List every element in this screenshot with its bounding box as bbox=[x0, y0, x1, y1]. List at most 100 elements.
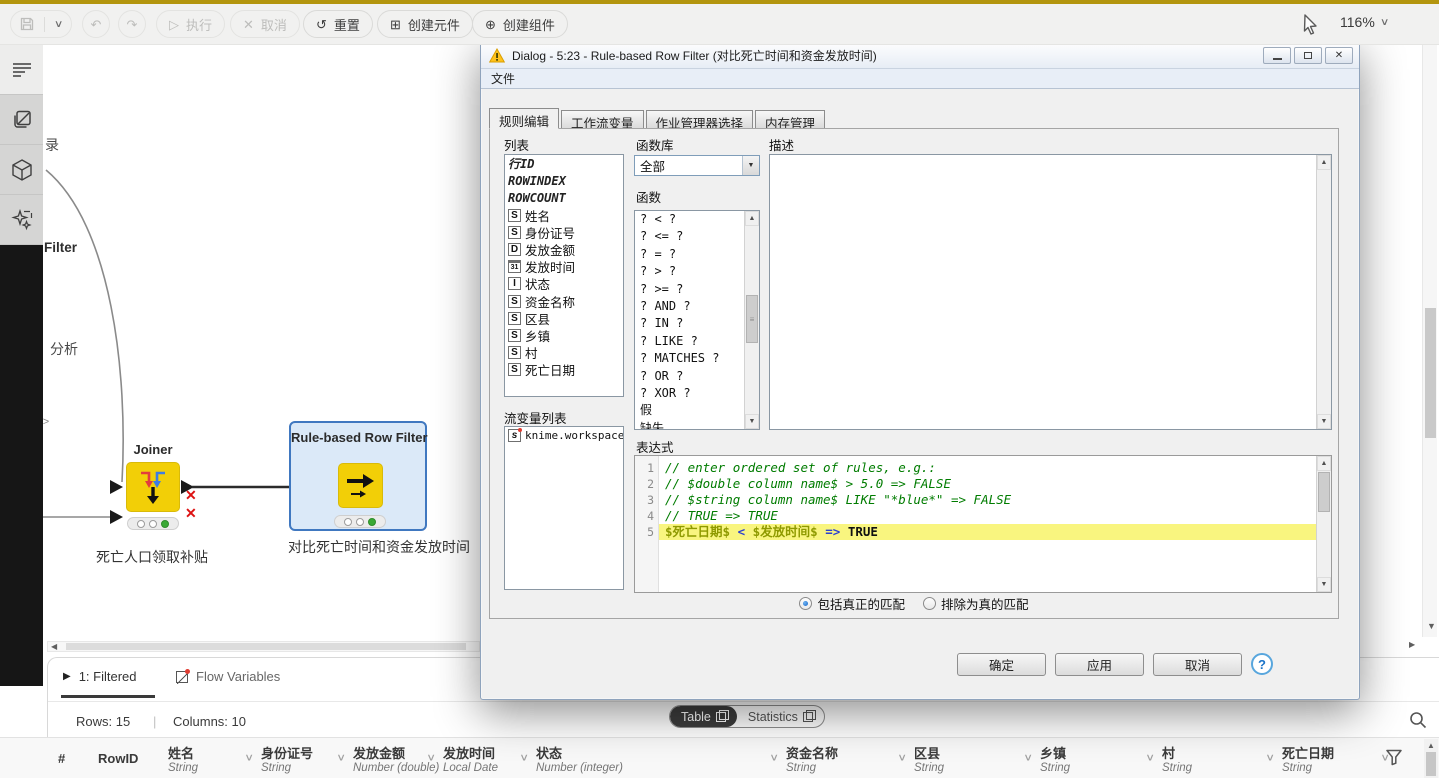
table-column-header[interactable]: 乡镇String∨ bbox=[1040, 738, 1162, 778]
filter-node[interactable] bbox=[338, 463, 383, 508]
scroll-down-arrow-icon[interactable]: ▼ bbox=[745, 414, 759, 429]
create-component-button[interactable]: ⊕创建组件 bbox=[472, 10, 568, 38]
table-column-header[interactable]: RowID bbox=[98, 738, 168, 778]
column-list-item[interactable]: S村 bbox=[505, 344, 623, 361]
table-column-header[interactable]: 状态Number (integer)∨ bbox=[536, 738, 786, 778]
dialog-tab-active[interactable]: 规则编辑 bbox=[489, 108, 559, 129]
sidebar-item-ai-assistant[interactable] bbox=[0, 195, 43, 245]
scrollbar-thumb[interactable] bbox=[1425, 308, 1436, 438]
column-menu-chevron-icon[interactable]: ∨ bbox=[769, 752, 779, 764]
column-list-item[interactable]: S区县 bbox=[505, 310, 623, 327]
execute-button[interactable]: ▷执行 bbox=[156, 10, 225, 38]
column-menu-chevron-icon[interactable]: ∨ bbox=[336, 752, 346, 764]
scroll-down-arrow-icon[interactable]: ▼ bbox=[1317, 577, 1331, 592]
comment-line[interactable]: // enter ordered set of rules, e.g.: bbox=[659, 460, 1316, 476]
function-list-item[interactable]: ? = ? bbox=[635, 246, 745, 263]
joiner-node[interactable] bbox=[126, 462, 180, 512]
scroll-down-arrow-icon[interactable]: ▼ bbox=[1427, 621, 1436, 631]
column-menu-chevron-icon[interactable]: ∨ bbox=[519, 752, 529, 764]
tab-filtered-output[interactable]: ▶ 1: Filtered bbox=[63, 669, 137, 684]
function-list-item[interactable]: ? OR ? bbox=[635, 368, 745, 385]
column-list-item[interactable]: S乡镇 bbox=[505, 327, 623, 344]
exclude-true-matches-radio[interactable]: 排除为真的匹配 bbox=[923, 594, 1029, 613]
table-column-header[interactable]: 村String∨ bbox=[1162, 738, 1282, 778]
scrollbar-thumb[interactable] bbox=[66, 643, 466, 650]
table-vertical-scrollbar[interactable]: ▲ bbox=[1424, 739, 1438, 778]
table-column-header[interactable]: # bbox=[58, 738, 98, 778]
column-list-item[interactable]: S姓名 bbox=[505, 207, 623, 224]
scroll-up-arrow-icon[interactable]: ▲ bbox=[1317, 456, 1331, 471]
maximize-button[interactable] bbox=[1294, 47, 1322, 64]
function-list-item[interactable]: ? <= ? bbox=[635, 228, 745, 245]
function-list-item[interactable]: 缺失 bbox=[635, 420, 745, 430]
editor-scrollbar[interactable]: ▲ ▼ bbox=[1316, 456, 1331, 592]
column-list-item[interactable]: ROWINDEX bbox=[505, 172, 623, 189]
function-list-item[interactable]: ? >= ? bbox=[635, 281, 745, 298]
comment-line[interactable]: // $string column name$ LIKE "*blue*" =>… bbox=[659, 492, 1316, 508]
table-column-header[interactable]: 姓名String∨ bbox=[168, 738, 261, 778]
comment-line[interactable]: // $double column name$ > 5.0 => FALSE bbox=[659, 476, 1316, 492]
apply-button[interactable]: 应用 bbox=[1055, 653, 1144, 676]
column-menu-chevron-icon[interactable]: ∨ bbox=[244, 752, 254, 764]
function-list-item[interactable]: ? XOR ? bbox=[635, 385, 745, 402]
tab-flow-variables[interactable]: Flow Variables bbox=[176, 669, 280, 684]
table-column-header[interactable]: 死亡日期String∨ bbox=[1282, 738, 1397, 778]
flow-variable-item[interactable]: sknime.workspace bbox=[505, 427, 623, 444]
column-list-item[interactable]: D发放金额 bbox=[505, 241, 623, 258]
help-button[interactable]: ? bbox=[1251, 653, 1273, 675]
cancel-button[interactable]: 取消 bbox=[1153, 653, 1242, 676]
description-scrollbar[interactable]: ▲ ▼ bbox=[1316, 155, 1331, 429]
cancel-execution-button[interactable]: ✕取消 bbox=[230, 10, 300, 38]
column-menu-chevron-icon[interactable]: ∨ bbox=[897, 752, 907, 764]
canvas-horizontal-scrollbar[interactable]: ◀ bbox=[47, 641, 480, 652]
dialog-tab-item[interactable]: 工作流变量 bbox=[561, 110, 644, 129]
flow-variable-list[interactable]: sknime.workspace bbox=[504, 426, 624, 590]
filter-node-selected[interactable]: Rule-based Row Filter bbox=[289, 421, 427, 531]
table-column-header[interactable]: 发放金额Number (double)∨ bbox=[353, 738, 443, 778]
scroll-left-arrow-icon[interactable]: ◀ bbox=[51, 642, 57, 651]
expression-editor[interactable]: 12345 // enter ordered set of rules, e.g… bbox=[634, 455, 1332, 593]
table-column-header[interactable]: 身份证号String∨ bbox=[261, 738, 353, 778]
column-menu-chevron-icon[interactable]: ∨ bbox=[1023, 752, 1033, 764]
column-menu-chevron-icon[interactable]: ∨ bbox=[1265, 752, 1275, 764]
sidebar-item-nodes[interactable] bbox=[0, 95, 43, 145]
function-list-item[interactable]: ? < ? bbox=[635, 211, 745, 228]
table-column-header[interactable]: 区县String∨ bbox=[914, 738, 1040, 778]
rule-expression-line[interactable]: $死亡日期$ < $发放时间$ => TRUE bbox=[659, 524, 1316, 540]
toggle-table-button[interactable]: Table bbox=[670, 706, 737, 727]
reset-button[interactable]: ↺重置 bbox=[303, 10, 373, 38]
dialog-tab-item[interactable]: 作业管理器选择 bbox=[646, 110, 754, 129]
sidebar-item-description[interactable] bbox=[0, 45, 43, 95]
function-list-item[interactable]: ? LIKE ? bbox=[635, 333, 745, 350]
scroll-right-arrow-icon[interactable]: ▶ bbox=[1409, 640, 1415, 649]
column-list-item[interactable]: ROWCOUNT bbox=[505, 189, 623, 206]
redo-button[interactable]: ↷ bbox=[118, 10, 146, 38]
canvas-vertical-scrollbar[interactable]: ▼ bbox=[1422, 45, 1437, 637]
function-library-dropdown[interactable]: 全部 ▼ bbox=[634, 155, 760, 176]
sidebar-item-workflow[interactable] bbox=[0, 145, 43, 195]
function-list[interactable]: ? < ?? <= ?? = ?? > ?? >= ?? AND ?? IN ?… bbox=[634, 210, 760, 430]
column-list-item[interactable]: I状态 bbox=[505, 275, 623, 292]
table-column-header[interactable]: 资金名称String∨ bbox=[786, 738, 914, 778]
column-list-item[interactable]: S资金名称 bbox=[505, 293, 623, 310]
scroll-up-arrow-icon[interactable]: ▲ bbox=[745, 211, 759, 226]
include-true-matches-radio[interactable]: 包括真正的匹配 bbox=[799, 594, 905, 613]
function-list-item[interactable]: 假 bbox=[635, 402, 745, 419]
scrollbar-thumb[interactable] bbox=[1426, 752, 1436, 776]
filter-funnel-icon[interactable] bbox=[1385, 748, 1403, 766]
editor-code-area[interactable]: // enter ordered set of rules, e.g.:// $… bbox=[659, 456, 1316, 592]
scroll-up-arrow-icon[interactable]: ▲ bbox=[1427, 741, 1435, 750]
scroll-down-arrow-icon[interactable]: ▼ bbox=[1317, 414, 1331, 429]
function-list-item[interactable]: ? IN ? bbox=[635, 315, 745, 332]
column-menu-chevron-icon[interactable]: ∨ bbox=[426, 752, 436, 764]
function-list-item[interactable]: ? > ? bbox=[635, 263, 745, 280]
create-metanode-button[interactable]: ⊞创建元件 bbox=[377, 10, 473, 38]
column-list-item[interactable]: 行ID bbox=[505, 155, 623, 172]
column-list-item[interactable]: S身份证号 bbox=[505, 224, 623, 241]
column-list-item[interactable]: S死亡日期 bbox=[505, 361, 623, 378]
zoom-level-control[interactable]: 116% ∨ bbox=[1340, 14, 1388, 30]
scroll-up-arrow-icon[interactable]: ▲ bbox=[1317, 155, 1331, 170]
column-list[interactable]: 行IDROWINDEXROWCOUNTS姓名S身份证号D发放金额31发放时间I状… bbox=[504, 154, 624, 397]
search-icon[interactable] bbox=[1409, 711, 1427, 729]
column-menu-chevron-icon[interactable]: ∨ bbox=[1145, 752, 1155, 764]
